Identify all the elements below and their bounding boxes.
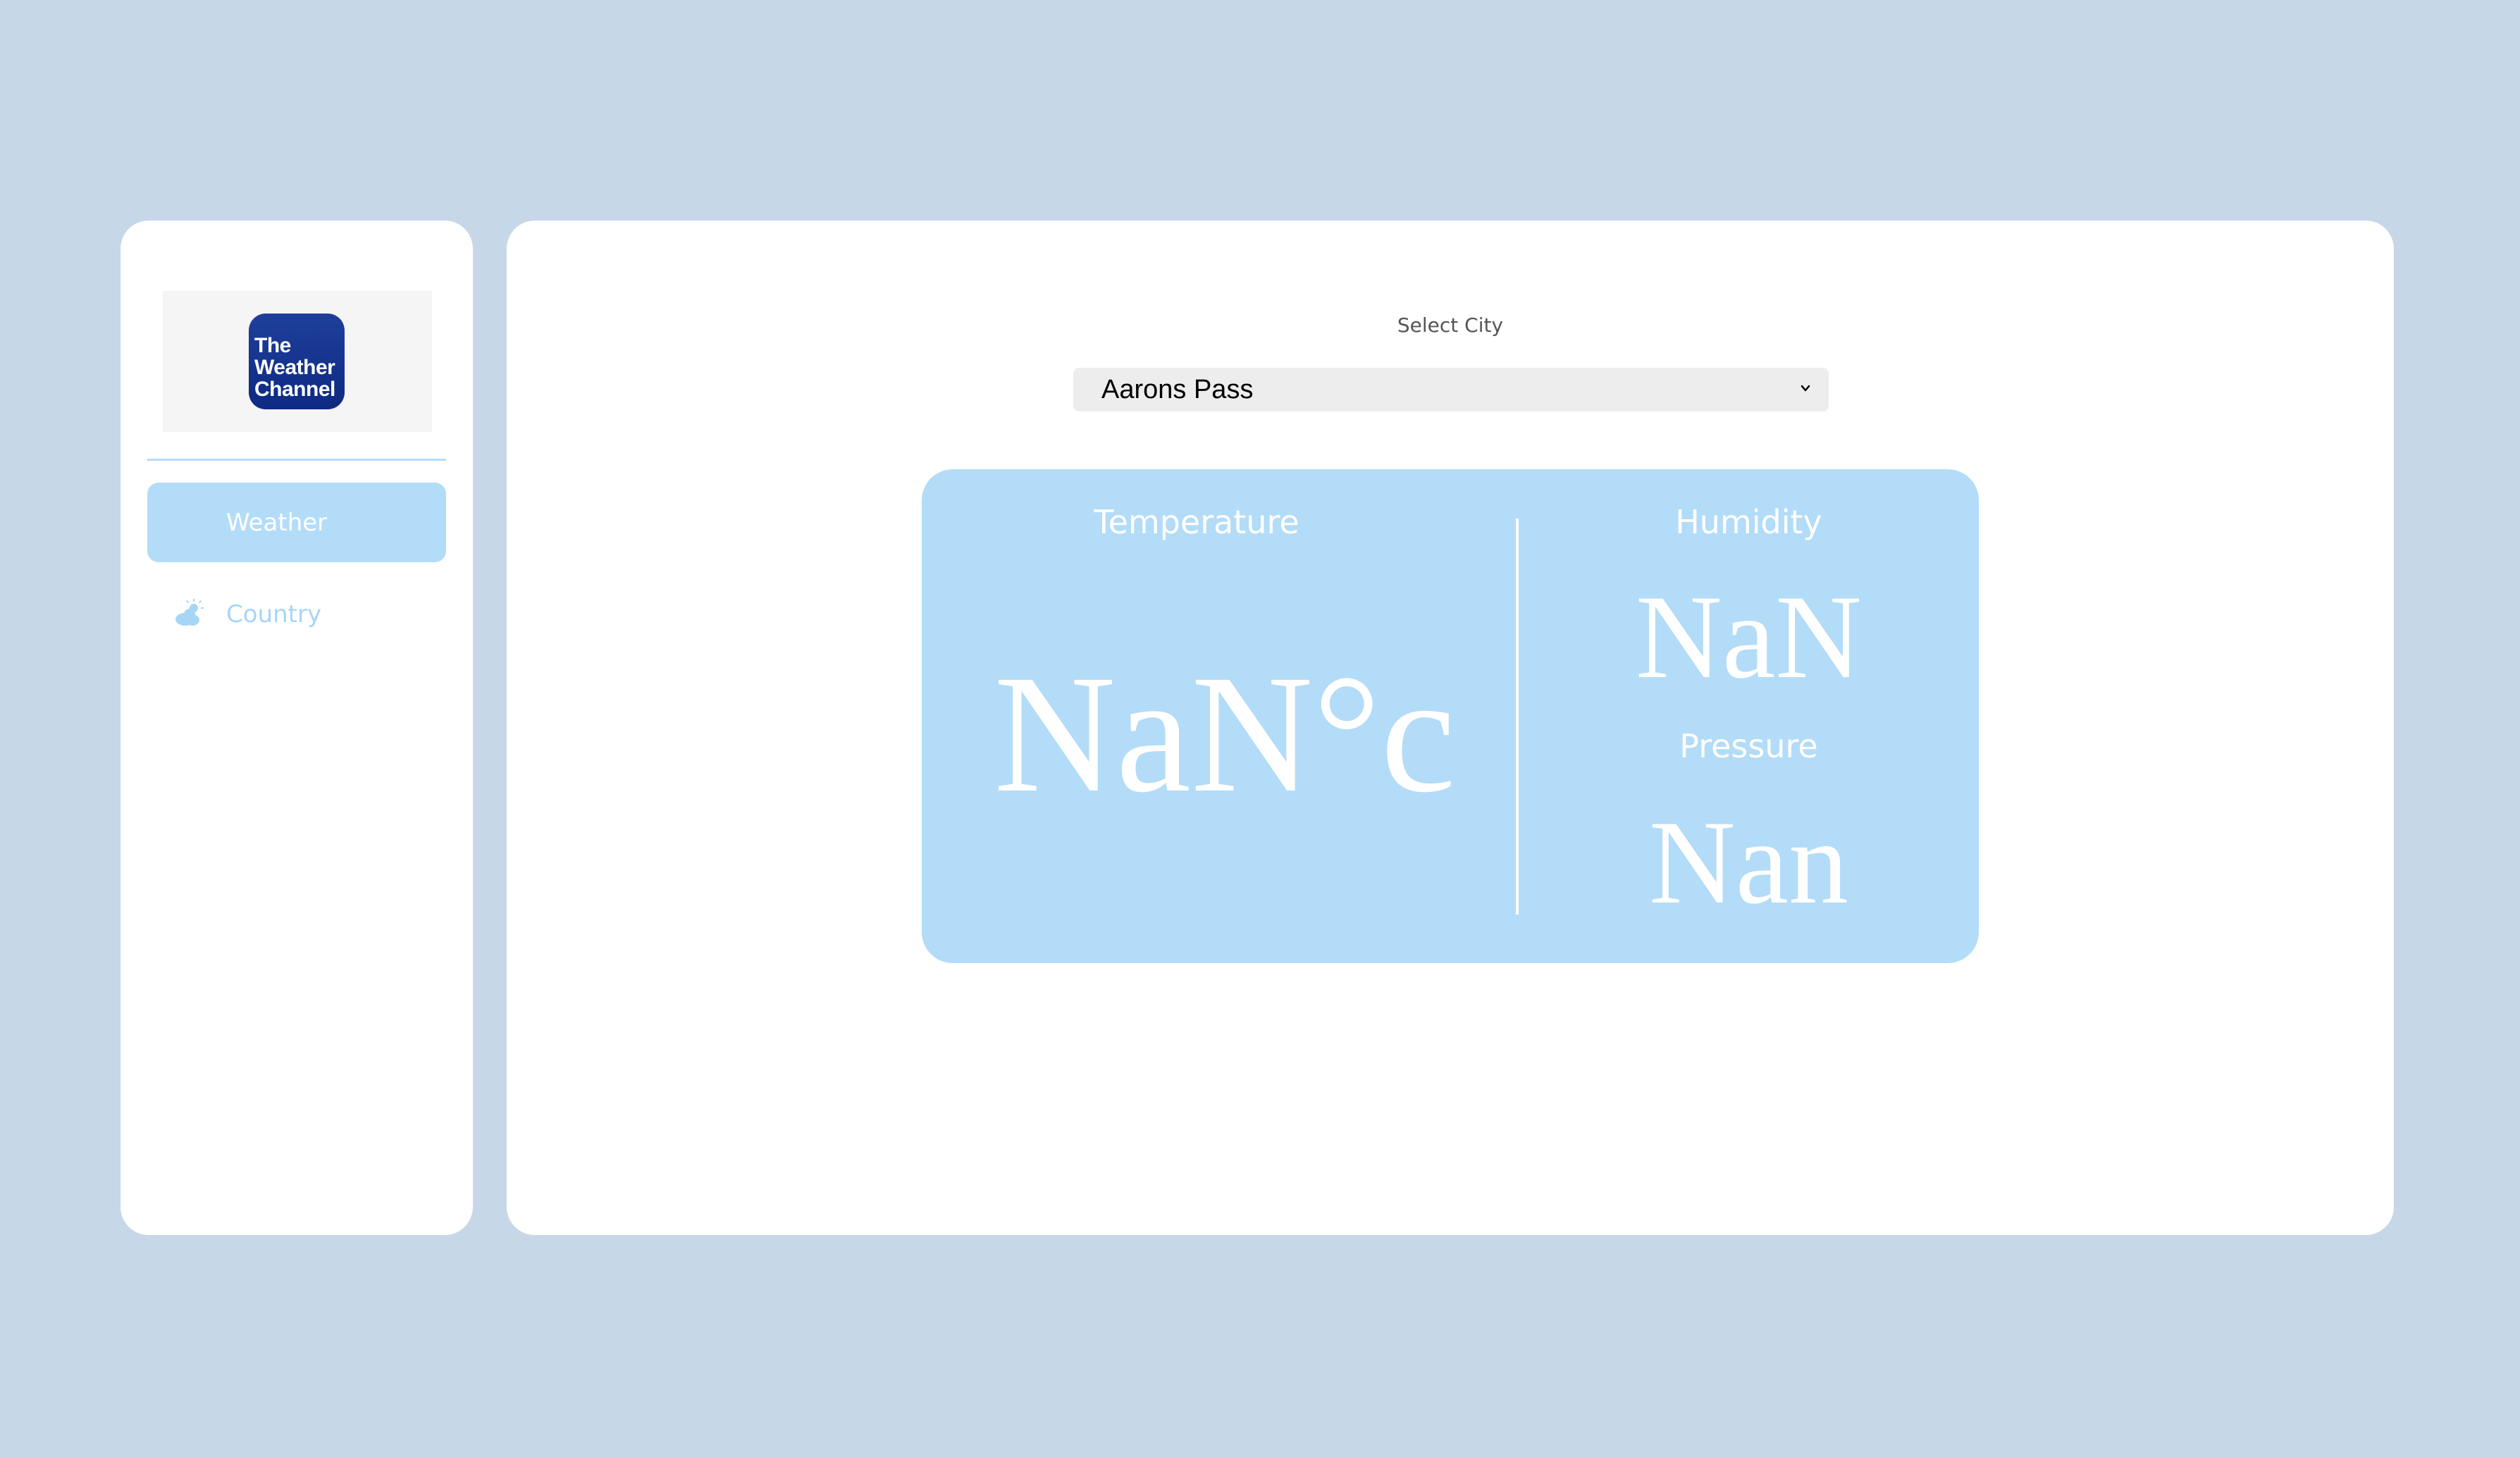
partly-cloudy-icon [174,599,205,627]
sidebar: The Weather Channel Weather Country [121,221,473,1235]
chevron-down-icon [1798,380,1813,396]
humidity-label: Humidity [1675,503,1822,541]
logo-line-3: Channel [254,378,335,401]
sidebar-item-label: Country [226,600,322,628]
sidebar-divider [147,459,446,461]
pressure-label: Pressure [1679,727,1818,765]
select-city-label: Select City [1397,314,1504,337]
temperature-value: NaN°c [994,640,1456,827]
main-panel: Select City Aarons Pass Temperature NaN°… [507,221,2394,1235]
weather-channel-logo[interactable]: The Weather Channel [249,314,345,409]
weather-card: Temperature NaN°c Humidity NaN Pressure … [922,469,1979,963]
temperature-label: Temperature [1094,503,1299,541]
sidebar-item-country[interactable]: Country [147,574,446,654]
logo-line-1: The [254,334,291,357]
humidity-value: NaN [1636,571,1862,703]
city-select-value: Aarons Pass [1101,374,1254,404]
logo-line-2: Weather [254,356,335,379]
sidebar-item-weather[interactable]: Weather [147,483,446,562]
sidebar-item-label: Weather [226,508,328,537]
city-select[interactable]: Aarons Pass [1073,368,1829,411]
pressure-value: Nan [1648,796,1849,929]
logo-container: The Weather Channel [163,291,432,432]
